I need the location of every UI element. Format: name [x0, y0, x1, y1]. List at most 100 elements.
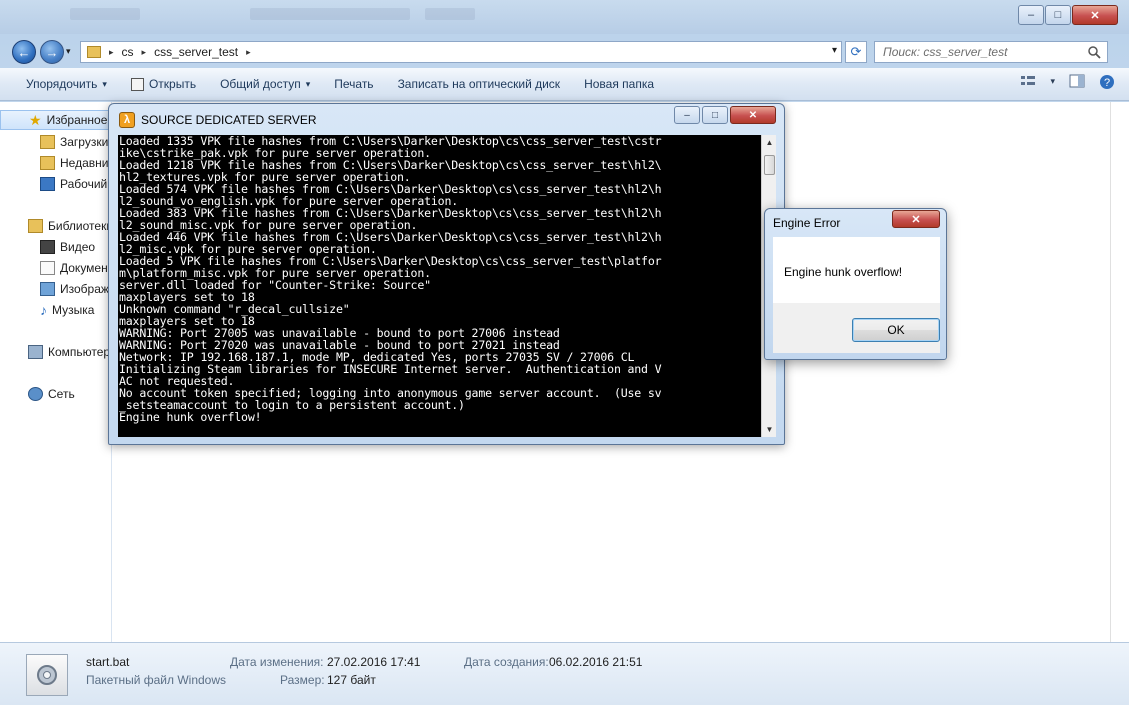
created-label: Дата создания:: [464, 655, 549, 669]
srcds-maximize-button[interactable]: □: [702, 106, 728, 124]
open-label: Открыть: [148, 77, 197, 91]
preview-pane-icon[interactable]: [1069, 74, 1085, 88]
nav-music-label: Музыка: [52, 303, 95, 317]
close-button[interactable]: ✕: [1072, 5, 1118, 25]
nav-downloads[interactable]: Загрузки: [0, 132, 112, 152]
documents-icon: [40, 261, 55, 275]
print-label: Печать: [334, 77, 374, 91]
scroll-down-arrow[interactable]: ▼: [762, 422, 777, 437]
modified-label: Дата изменения:: [230, 655, 324, 669]
modified-value: 27.02.2016 17:41: [327, 655, 421, 669]
nav-recent[interactable]: Недавние места: [0, 153, 112, 173]
file-type: Пакетный файл Windows: [86, 673, 227, 687]
srcds-window: λ SOURCE DEDICATED SERVER – □ ✕ Loaded 1…: [108, 103, 785, 445]
half-life-icon: λ: [119, 112, 135, 128]
view-options-icon[interactable]: [1020, 74, 1036, 88]
view-dropdown[interactable]: ▾: [1050, 76, 1055, 90]
nav-video[interactable]: Видео: [0, 237, 112, 257]
minimize-button[interactable]: –: [1018, 5, 1044, 25]
created-value: 06.02.2016 21:51: [549, 655, 643, 669]
forward-button[interactable]: →: [40, 40, 64, 64]
size-value: 127 байт: [327, 673, 376, 687]
nav-network[interactable]: Сеть: [0, 384, 112, 404]
breadcrumb-separator[interactable]: ▸: [109, 47, 114, 58]
console-output[interactable]: Loaded 1335 VPK file hashes from C:\User…: [118, 135, 761, 437]
open-icon: [130, 77, 144, 91]
dialog-title: Engine Error: [773, 216, 841, 230]
ghost-tab: [250, 8, 410, 20]
dialog-footer: OK: [773, 303, 940, 353]
downloads-icon: [40, 135, 55, 149]
nav-favorites[interactable]: ★ Избранное: [0, 110, 112, 130]
computer-icon: [28, 345, 43, 359]
ghost-tab: [70, 8, 140, 20]
chevron-down-icon: ▾: [305, 78, 311, 89]
chevron-down-icon: ▾: [102, 78, 107, 89]
burn-label: Записать на оптический диск: [397, 77, 561, 91]
address-bar[interactable]: ▸ cs ▸ css_server_test ▸ ▾: [80, 41, 842, 63]
srcds-title: SOURCE DEDICATED SERVER: [141, 113, 317, 127]
nav-desktop-label: Рабочий стол: [60, 177, 112, 191]
engine-error-dialog: Engine Error ✕ Engine hunk overflow! OK: [764, 208, 947, 360]
print-button[interactable]: Печать: [322, 71, 385, 97]
nav-downloads-label: Загрузки: [60, 135, 109, 149]
new-folder-label: Новая папка: [584, 77, 655, 91]
burn-button[interactable]: Записать на оптический диск: [386, 71, 573, 97]
dialog-message: Engine hunk overflow!: [784, 265, 903, 279]
console-line: Engine hunk overflow!: [119, 410, 262, 424]
size-label: Размер:: [280, 673, 325, 687]
breadcrumb-cs[interactable]: cs: [122, 45, 134, 59]
nav-images[interactable]: Изображения: [0, 279, 112, 299]
ghost-tab: [425, 8, 475, 20]
share-button[interactable]: Общий доступ ▾: [208, 71, 322, 97]
recent-pages-dropdown[interactable]: ▾: [66, 46, 71, 57]
details-pane: start.bat Пакетный файл Windows Дата изм…: [0, 642, 1129, 705]
ok-button[interactable]: OK: [852, 318, 940, 342]
refresh-button[interactable]: ⟳: [845, 41, 867, 63]
network-icon: [28, 387, 43, 401]
navigation-pane: ★ Избранное Загрузки Недавние места Рабоч…: [0, 102, 112, 642]
nav-music[interactable]: ♪ Музыка: [0, 300, 112, 320]
scroll-up-arrow[interactable]: ▲: [762, 135, 777, 150]
batch-file-icon: [26, 654, 68, 696]
nav-libraries-label: Библиотеки: [48, 219, 112, 233]
nav-video-label: Видео: [60, 240, 96, 254]
music-icon: ♪: [40, 302, 47, 318]
open-button[interactable]: Открыть: [119, 71, 208, 97]
images-icon: [40, 282, 55, 296]
srcds-minimize-button[interactable]: –: [674, 106, 700, 124]
title-bar: – □ ✕: [0, 0, 1129, 34]
breadcrumb-css-server-test[interactable]: css_server_test: [154, 45, 238, 59]
video-icon: [40, 240, 55, 254]
organize-label: Упорядочить: [26, 77, 98, 91]
address-dropdown[interactable]: ▾: [832, 45, 837, 56]
help-icon[interactable]: ?: [1099, 74, 1115, 90]
search-placeholder: Поиск: css_server_test: [883, 45, 1008, 59]
nav-favorites-label: Избранное: [46, 113, 108, 127]
folder-icon: [87, 46, 101, 58]
new-folder-button[interactable]: Новая папка: [572, 71, 666, 97]
nav-desktop[interactable]: Рабочий стол: [0, 174, 112, 194]
nav-documents-label: Документы: [60, 261, 112, 275]
maximize-button[interactable]: □: [1045, 5, 1071, 25]
back-button[interactable]: ←: [12, 40, 36, 64]
nav-network-label: Сеть: [48, 387, 75, 401]
breadcrumb-separator[interactable]: ▸: [142, 47, 147, 58]
nav-computer-label: Компьютер: [48, 345, 111, 359]
address-row: ← → ▾ ▸ cs ▸ css_server_test ▸ ▾ ⟳ Поиск…: [0, 36, 1129, 66]
recent-places-icon: [40, 156, 55, 170]
organize-button[interactable]: Упорядочить ▾: [14, 71, 119, 97]
dialog-close-button[interactable]: ✕: [892, 210, 940, 228]
scroll-thumb[interactable]: [764, 155, 775, 175]
dialog-body: Engine hunk overflow!: [773, 237, 940, 303]
search-input[interactable]: Поиск: css_server_test: [874, 41, 1108, 63]
vertical-scrollbar[interactable]: [1110, 102, 1129, 642]
srcds-close-button[interactable]: ✕: [730, 106, 776, 124]
nav-computer[interactable]: Компьютер: [0, 342, 112, 362]
svg-text:?: ?: [1104, 77, 1110, 89]
libraries-icon: [28, 219, 43, 233]
nav-libraries[interactable]: Библиотеки: [0, 216, 112, 236]
command-bar: Упорядочить ▾ Открыть Общий доступ ▾ Печат…: [0, 68, 1129, 101]
breadcrumb-separator[interactable]: ▸: [246, 47, 251, 58]
nav-documents[interactable]: Документы: [0, 258, 112, 278]
